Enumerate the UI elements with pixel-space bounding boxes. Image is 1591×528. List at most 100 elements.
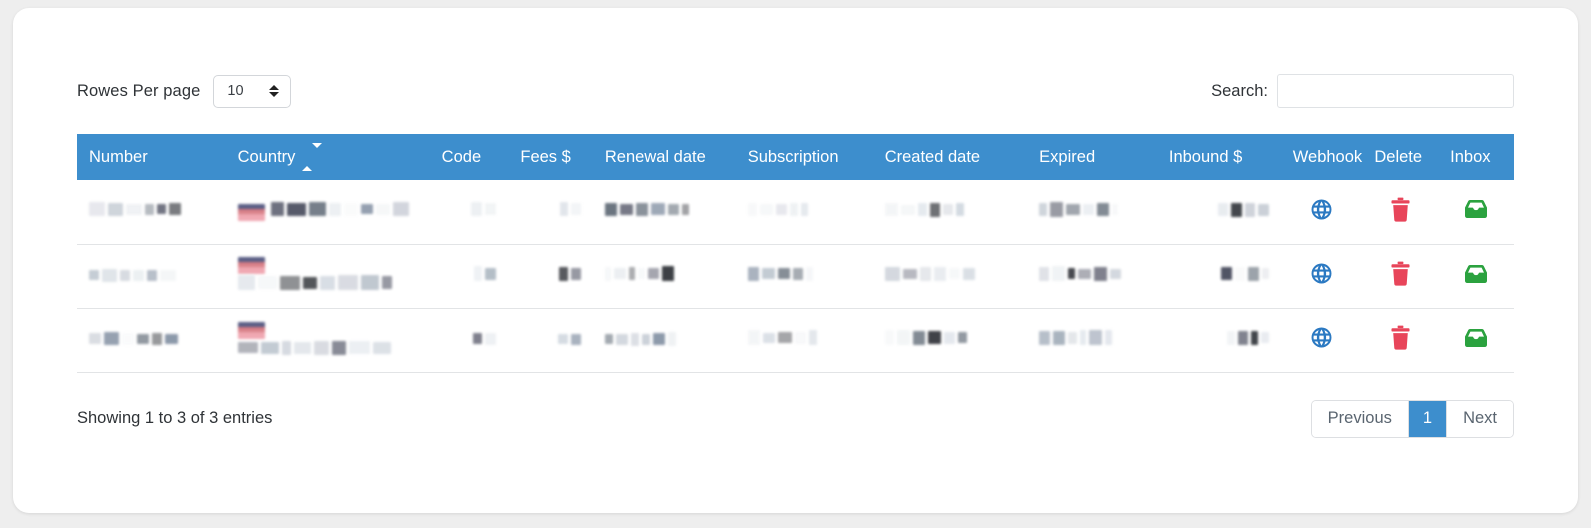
column-header-number[interactable]: Number bbox=[77, 134, 226, 180]
table-row bbox=[77, 180, 1514, 245]
column-label: Fees $ bbox=[520, 147, 571, 166]
search-input[interactable] bbox=[1277, 74, 1514, 108]
cell-number bbox=[77, 244, 226, 309]
inbox-icon bbox=[1463, 263, 1489, 290]
table-row bbox=[77, 244, 1514, 309]
cell-subscription bbox=[735, 308, 873, 373]
redacted-value bbox=[884, 266, 975, 281]
globe-icon bbox=[1310, 326, 1333, 354]
redacted-value bbox=[89, 268, 176, 282]
pagination: Previous 1 Next bbox=[1310, 399, 1514, 438]
webhook-button[interactable] bbox=[1307, 261, 1337, 291]
column-label: Created date bbox=[884, 147, 981, 166]
redacted-value bbox=[747, 202, 808, 216]
cell-created-date bbox=[872, 308, 1028, 373]
cell-webhook bbox=[1280, 244, 1363, 309]
column-label: Inbound $ bbox=[1168, 147, 1243, 166]
cell-webhook bbox=[1280, 308, 1363, 373]
column-label: Webhook bbox=[1292, 147, 1363, 166]
pagination-next-button[interactable]: Next bbox=[1447, 400, 1513, 437]
card-content: Rowes Per page 10 Search: Number Country… bbox=[77, 68, 1514, 473]
numbers-table: Number Country Code Fees $ Renewal date … bbox=[77, 134, 1514, 373]
table-body bbox=[77, 180, 1514, 373]
column-label: Inbox bbox=[1450, 147, 1491, 166]
inbox-icon bbox=[1463, 198, 1489, 225]
column-header-expired[interactable]: Expired bbox=[1027, 134, 1157, 180]
country-flag-icon bbox=[237, 257, 265, 275]
redacted-value bbox=[89, 332, 178, 345]
cell-renewal-date bbox=[592, 308, 736, 373]
cell-expired bbox=[1027, 244, 1157, 309]
inbox-button[interactable] bbox=[1461, 325, 1491, 355]
column-label: Renewal date bbox=[604, 147, 706, 166]
pagination-previous-button[interactable]: Previous bbox=[1311, 400, 1409, 437]
redacted-value bbox=[747, 266, 813, 281]
cell-inbox bbox=[1438, 308, 1514, 373]
redacted-value bbox=[474, 266, 497, 281]
rows-per-page-select[interactable]: 10 bbox=[213, 74, 292, 108]
column-label: Code bbox=[441, 147, 482, 166]
country-flag-icon bbox=[237, 322, 265, 340]
cell-renewal-date bbox=[592, 180, 736, 245]
cell-delete bbox=[1362, 244, 1439, 309]
redacted-value bbox=[1226, 330, 1269, 345]
cell-fees bbox=[508, 244, 593, 309]
redacted-value bbox=[557, 333, 581, 345]
redacted-value bbox=[1220, 266, 1269, 281]
redacted-value bbox=[1217, 202, 1269, 217]
redacted-value bbox=[89, 202, 181, 217]
cell-inbound bbox=[1156, 308, 1281, 373]
redacted-value bbox=[604, 202, 689, 216]
column-label: Delete bbox=[1374, 147, 1423, 166]
pagination-page-1-button[interactable]: 1 bbox=[1408, 400, 1448, 437]
column-header-fees[interactable]: Fees $ bbox=[508, 134, 593, 180]
data-table-card: Rowes Per page 10 Search: Number Country… bbox=[13, 8, 1578, 513]
cell-inbox bbox=[1438, 244, 1514, 309]
trash-icon bbox=[1389, 197, 1412, 227]
column-header-webhook[interactable]: Webhook bbox=[1280, 134, 1363, 180]
cell-created-date bbox=[872, 244, 1028, 309]
search-label: Search: bbox=[1211, 81, 1268, 100]
delete-button[interactable] bbox=[1385, 325, 1415, 355]
redacted-value bbox=[604, 332, 676, 346]
redacted-value bbox=[559, 202, 581, 217]
redacted-value bbox=[558, 266, 581, 281]
column-header-created-date[interactable]: Created date bbox=[872, 134, 1028, 180]
inbox-button[interactable] bbox=[1461, 261, 1491, 291]
redacted-value bbox=[884, 330, 967, 345]
cell-country bbox=[225, 180, 430, 245]
column-label: Subscription bbox=[747, 147, 839, 166]
webhook-button[interactable] bbox=[1307, 325, 1337, 355]
column-header-country[interactable]: Country bbox=[225, 134, 430, 180]
globe-icon bbox=[1310, 262, 1333, 290]
inbox-icon bbox=[1463, 327, 1489, 354]
column-header-delete[interactable]: Delete bbox=[1362, 134, 1439, 180]
redacted-value bbox=[270, 202, 409, 217]
inbox-button[interactable] bbox=[1461, 197, 1491, 227]
trash-icon bbox=[1389, 325, 1412, 355]
column-label: Expired bbox=[1039, 147, 1096, 166]
table-row bbox=[77, 308, 1514, 373]
redacted-value bbox=[473, 332, 497, 345]
cell-code bbox=[429, 308, 509, 373]
trash-icon bbox=[1389, 261, 1412, 291]
table-footer: Showing 1 to 3 of 3 entries Previous 1 N… bbox=[77, 399, 1514, 438]
cell-number bbox=[77, 308, 226, 373]
redacted-value bbox=[884, 202, 964, 217]
cell-country bbox=[225, 308, 430, 373]
column-header-subscription[interactable]: Subscription bbox=[735, 134, 873, 180]
column-header-inbound[interactable]: Inbound $ bbox=[1156, 134, 1281, 180]
delete-button[interactable] bbox=[1385, 197, 1415, 227]
column-header-renewal-date[interactable]: Renewal date bbox=[592, 134, 736, 180]
updown-stepper-icon bbox=[269, 85, 280, 97]
cell-number bbox=[77, 180, 226, 245]
delete-button[interactable] bbox=[1385, 261, 1415, 291]
table-controls-bar: Rowes Per page 10 Search: bbox=[77, 68, 1514, 114]
globe-icon bbox=[1310, 198, 1333, 226]
webhook-button[interactable] bbox=[1307, 197, 1337, 227]
redacted-value bbox=[471, 202, 497, 217]
cell-code bbox=[429, 244, 509, 309]
redacted-value bbox=[1039, 202, 1119, 218]
column-header-code[interactable]: Code bbox=[429, 134, 509, 180]
column-header-inbox[interactable]: Inbox bbox=[1438, 134, 1514, 180]
